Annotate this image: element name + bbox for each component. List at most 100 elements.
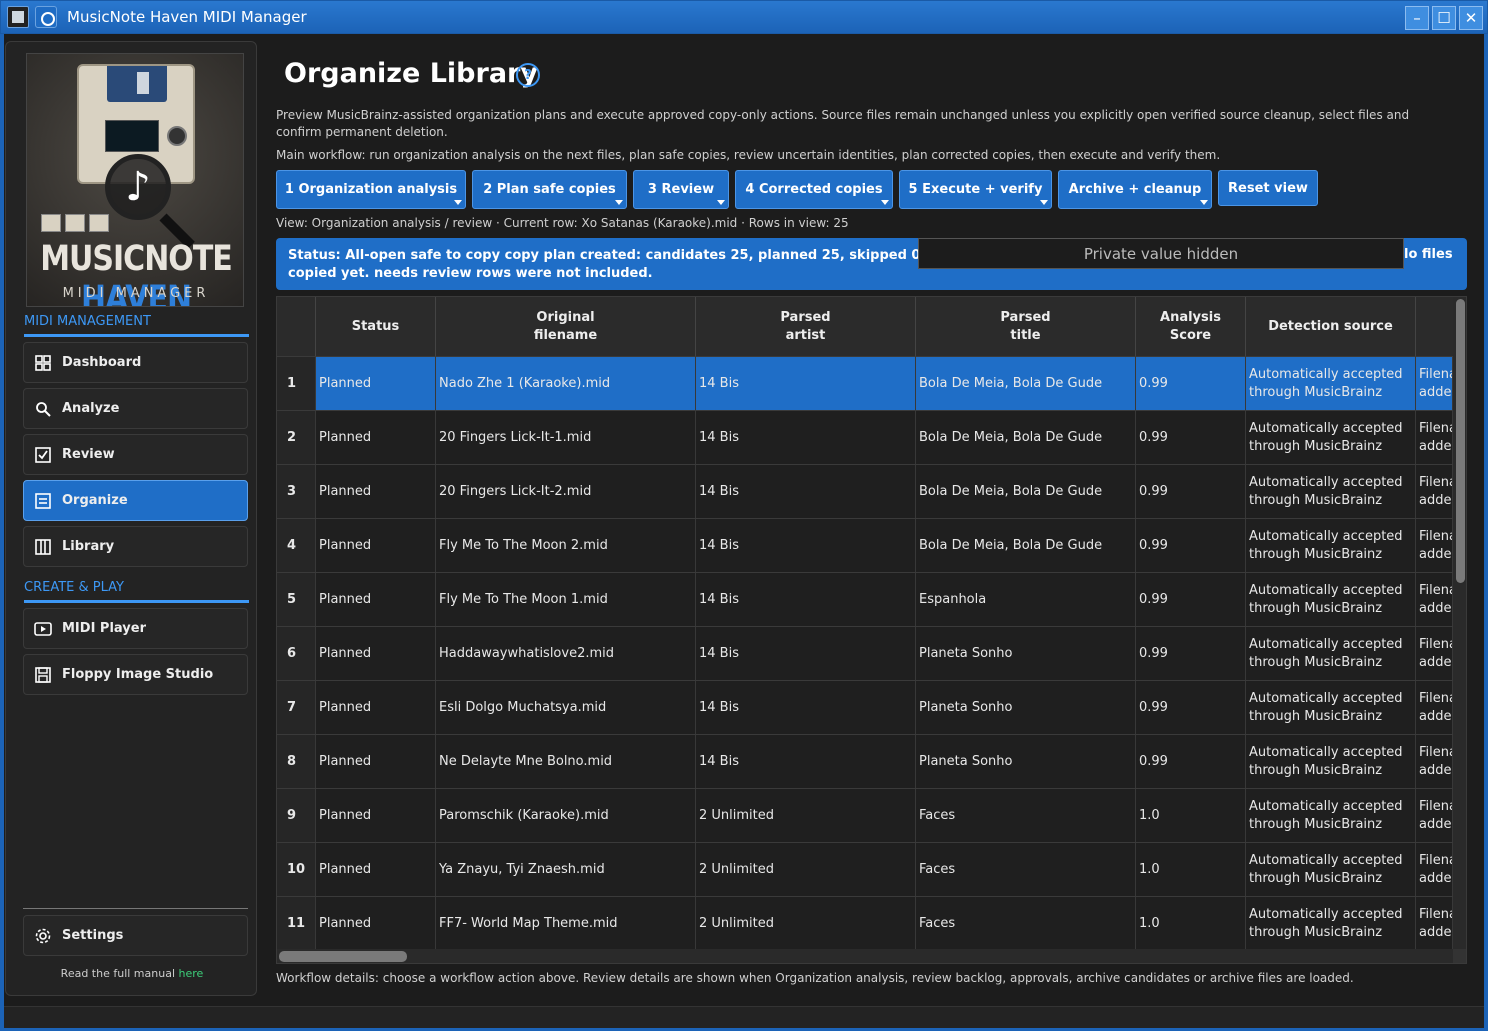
table-row[interactable]: 10 Planned Ya Znayu, Tyi Znaesh.mid 2 Unlim…: [277, 842, 1453, 897]
header-original-filename[interactable]: Original filename: [436, 297, 696, 356]
filename-cell: Ya Znayu, Tyi Znaesh.mid: [436, 843, 696, 897]
table-row[interactable]: 4 Planned Fly Me To The Moon 2.mid 14 Bis Bo…: [277, 518, 1453, 573]
maximize-button[interactable]: ☐: [1432, 6, 1456, 30]
table-row[interactable]: 6 Planned Haddawaywhatislove2.mid 14 Bis Pla…: [277, 626, 1453, 681]
title-cell: Faces: [916, 897, 1136, 951]
artist-cell: 14 Bis: [696, 357, 916, 411]
artist-cell: 14 Bis: [696, 573, 916, 627]
filename-cell: 20 Fingers Lick-It-2.mid: [436, 465, 696, 519]
sidebar-item-midi-player[interactable]: MIDI Player: [23, 608, 248, 649]
horizontal-scroll-thumb[interactable]: [279, 951, 407, 962]
manual-link[interactable]: here: [179, 967, 204, 980]
detection-source-cell: Automatically accepted through MusicBrai…: [1246, 519, 1416, 573]
minimize-button[interactable]: –: [1405, 6, 1429, 30]
status-cell: Planned: [316, 519, 436, 573]
table-row[interactable]: 7 Planned Esli Dolgo Muchatsya.mid 14 Bis Pl…: [277, 680, 1453, 735]
plan-safe-copies-button[interactable]: 2 Plan safe copies: [472, 170, 627, 209]
artist-cell: 14 Bis: [696, 411, 916, 465]
artist-cell: 14 Bis: [696, 465, 916, 519]
minimize-icon: –: [1413, 9, 1421, 27]
archive-cleanup-button[interactable]: Archive + cleanup: [1058, 170, 1212, 209]
sidebar-item-label: Library: [62, 539, 115, 554]
sidebar-item-dashboard[interactable]: Dashboard: [23, 342, 248, 383]
organization-analysis-button[interactable]: 1 Organization analysis: [276, 170, 466, 209]
sidebar-item-library[interactable]: Library: [23, 526, 248, 567]
sidebar: ♪ MUSICNOTE HAVEN MIDI MANAGER MIDI MANA…: [5, 41, 257, 996]
title-bar: MusicNote Haven MIDI Manager – ☐ ✕: [0, 0, 1488, 34]
table-row[interactable]: 1 Planned Nado Zhe 1 (Karaoke).mid 14 Bis Bo…: [277, 356, 1453, 411]
extra-cell: Filena added: [1416, 465, 1453, 519]
dropdown-caret-icon: [615, 200, 623, 205]
table-row[interactable]: 8 Planned Ne Delayte Mne Bolno.mid 14 Bis Pl…: [277, 734, 1453, 789]
status-cell: Planned: [316, 789, 436, 843]
artist-cell: 14 Bis: [696, 735, 916, 789]
status-bar: [4, 1006, 1484, 1028]
sidebar-item-organize[interactable]: Organize: [23, 480, 248, 521]
score-cell: 0.99: [1136, 519, 1246, 573]
sidebar-item-floppy-image-studio[interactable]: Floppy Image Studio: [23, 654, 248, 695]
detection-source-cell: Automatically accepted through MusicBrai…: [1246, 789, 1416, 843]
header-analysis-score[interactable]: Analysis Score: [1136, 297, 1246, 356]
extra-cell: Filena added: [1416, 573, 1453, 627]
vertical-scrollbar[interactable]: [1453, 297, 1466, 949]
status-text-tail: lo files: [1404, 247, 1453, 262]
sidebar-item-review[interactable]: Review: [23, 434, 248, 475]
detection-source-cell: Automatically accepted through MusicBrai…: [1246, 573, 1416, 627]
section-label-create-play: CREATE & PLAY: [24, 580, 124, 595]
extra-cell: Filena added: [1416, 357, 1453, 411]
view-info: View: Organization analysis / review · C…: [276, 216, 849, 230]
status-cell: Planned: [316, 681, 436, 735]
status-cell: Planned: [316, 357, 436, 411]
filename-cell: Haddawaywhatislove2.mid: [436, 627, 696, 681]
horizontal-scrollbar[interactable]: [277, 949, 1453, 963]
help-icon[interactable]: ?: [516, 63, 540, 87]
row-number-cell: 3: [277, 465, 316, 519]
table-row[interactable]: 11 Planned FF7- World Map Theme.mid 2 Unlim…: [277, 896, 1453, 951]
row-number-cell: 1: [277, 357, 316, 411]
settings-button[interactable]: Settings: [23, 915, 248, 956]
table-row[interactable]: 9 Planned Paromschik (Karaoke).mid 2 Unlimi…: [277, 788, 1453, 843]
execute-verify-button[interactable]: 5 Execute + verify: [899, 170, 1052, 209]
section-divider: [24, 334, 249, 337]
detection-source-cell: Automatically accepted through MusicBrai…: [1246, 627, 1416, 681]
header-detection-source[interactable]: Detection source: [1246, 297, 1416, 356]
library-icon: [34, 538, 52, 556]
organize-table: Status Original filename Parsed artist Par…: [276, 296, 1467, 964]
play-icon: [34, 620, 52, 638]
title-cell: Bola De Meia, Bola De Gude: [916, 357, 1136, 411]
vertical-scroll-thumb[interactable]: [1456, 299, 1465, 583]
music-note-icon: ♪: [105, 154, 171, 220]
section-divider: [24, 600, 249, 603]
header-parsed-title[interactable]: Parsed title: [916, 297, 1136, 356]
title-cell: Planeta Sonho: [916, 681, 1136, 735]
extra-cell: Filena added: [1416, 735, 1453, 789]
artist-cell: 2 Unlimited: [696, 897, 916, 951]
close-button[interactable]: ✕: [1459, 6, 1483, 30]
extra-cell: Filena added: [1416, 519, 1453, 573]
row-number-cell: 11: [277, 897, 316, 951]
header-status[interactable]: Status: [316, 297, 436, 356]
table-row[interactable]: 3 Planned 20 Fingers Lick-It-2.mid 14 Bis Bo…: [277, 464, 1453, 519]
table-row[interactable]: 5 Planned Fly Me To The Moon 1.mid 14 Bis Es…: [277, 572, 1453, 627]
detection-source-cell: Automatically accepted through MusicBrai…: [1246, 357, 1416, 411]
row-number-cell: 8: [277, 735, 316, 789]
extra-cell: Filena added: [1416, 897, 1453, 951]
sidebar-item-analyze[interactable]: Analyze: [23, 388, 248, 429]
reset-view-button[interactable]: Reset view: [1218, 170, 1318, 206]
window-menu-icon[interactable]: [35, 6, 57, 28]
header-row-number: [277, 297, 316, 356]
review-button[interactable]: 3 Review: [633, 170, 729, 209]
title-cell: Planeta Sonho: [916, 735, 1136, 789]
scroll-corner: [1453, 949, 1466, 963]
status-cell: Planned: [316, 735, 436, 789]
filename-cell: FF7- World Map Theme.mid: [436, 897, 696, 951]
header-parsed-artist[interactable]: Parsed artist: [696, 297, 916, 356]
dropdown-caret-icon: [881, 200, 889, 205]
title-cell: Faces: [916, 843, 1136, 897]
extra-cell: Filena added: [1416, 843, 1453, 897]
corrected-copies-button[interactable]: 4 Corrected copies: [735, 170, 893, 209]
organize-icon: [34, 492, 52, 510]
checkbox-icon: [34, 446, 52, 464]
artist-cell: 2 Unlimited: [696, 789, 916, 843]
table-row[interactable]: 2 Planned 20 Fingers Lick-It-1.mid 14 Bis Bo…: [277, 410, 1453, 465]
